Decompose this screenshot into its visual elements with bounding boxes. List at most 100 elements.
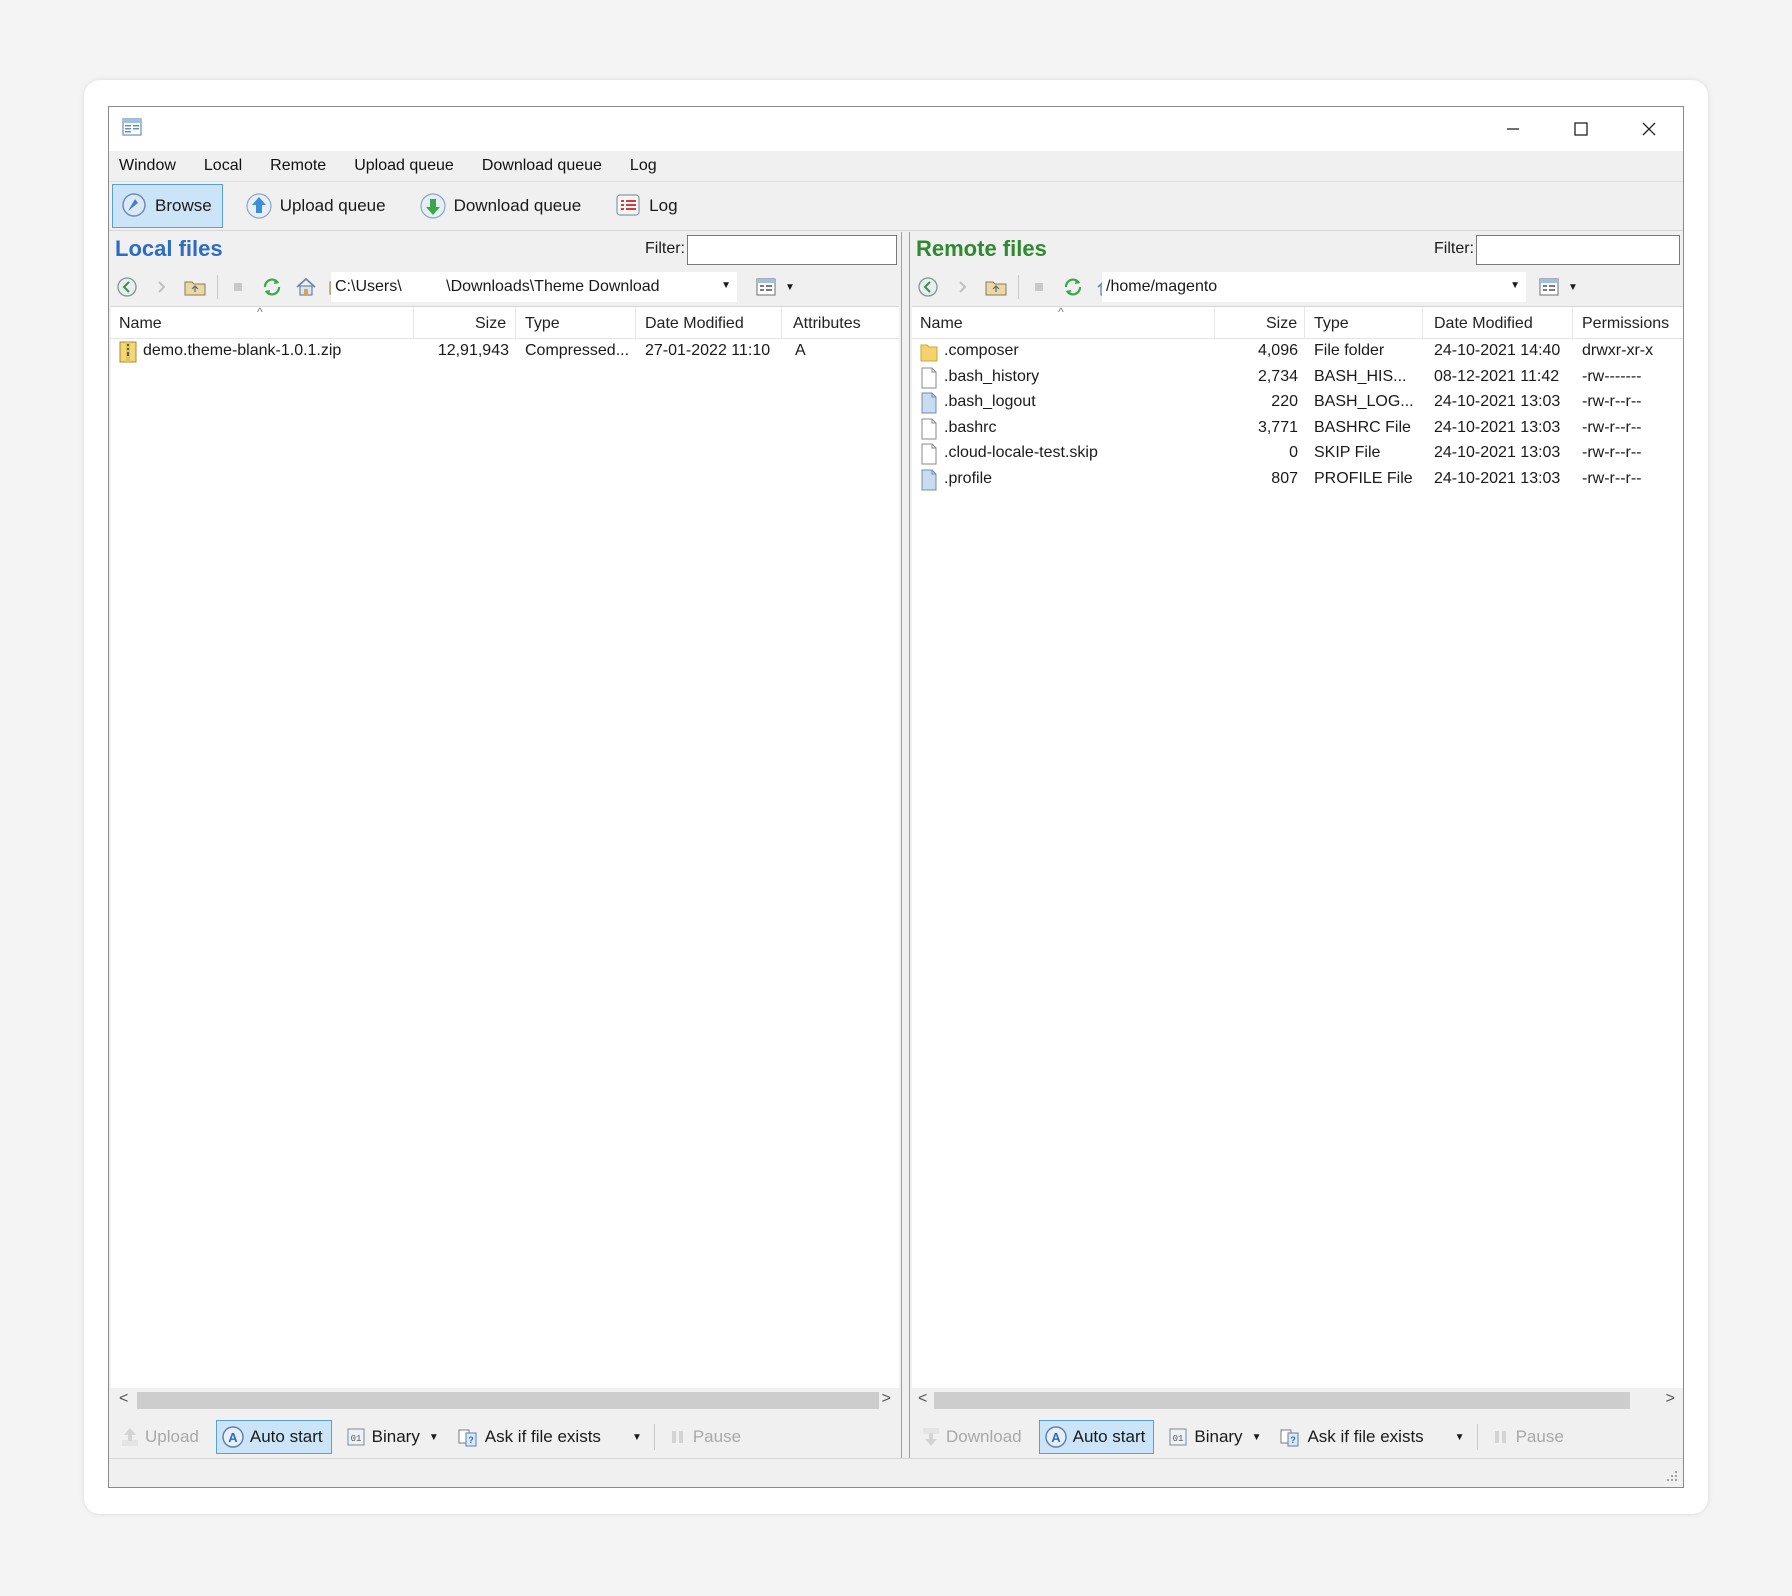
home-button[interactable] xyxy=(294,275,318,299)
col-size[interactable]: Size xyxy=(1266,315,1297,333)
table-row[interactable]: .profile 807 PROFILE File 24-10-2021 13:… xyxy=(912,467,1683,493)
col-attributes[interactable]: Attributes xyxy=(793,315,861,333)
browse-button[interactable]: Browse xyxy=(112,184,223,228)
refresh-icon xyxy=(1064,278,1082,296)
remote-path-box[interactable]: /home/magento ▼ xyxy=(1102,272,1526,302)
file-name: .bash_history xyxy=(944,367,1040,385)
scroll-right-icon[interactable]: > xyxy=(1666,1390,1675,1408)
remote-horizontal-scrollbar[interactable]: < > xyxy=(912,1388,1683,1412)
column-divider[interactable] xyxy=(1572,307,1573,339)
stop-button[interactable] xyxy=(1027,275,1051,299)
refresh-button[interactable] xyxy=(1061,275,1085,299)
table-row[interactable]: .cloud-locale-test.skip 0 SKIP File 24-1… xyxy=(912,441,1683,467)
col-name[interactable]: Name xyxy=(119,315,162,333)
ask-if-file-exists-button[interactable]: ? Ask if file exists xyxy=(1273,1420,1432,1454)
auto-start-button[interactable]: A Auto start xyxy=(215,1420,332,1454)
view-mode-icon[interactable] xyxy=(755,276,777,298)
menu-remote[interactable]: Remote xyxy=(270,157,326,175)
table-row[interactable]: .bash_logout 220 BASH_LOG... 24-10-2021 … xyxy=(912,390,1683,416)
back-button[interactable] xyxy=(115,275,139,299)
file-size: 807 xyxy=(1271,469,1298,487)
col-date-modified[interactable]: Date Modified xyxy=(1434,315,1533,333)
col-date-modified[interactable]: Date Modified xyxy=(645,315,744,333)
file-name: .bashrc xyxy=(944,418,997,436)
scroll-thumb[interactable] xyxy=(934,1392,1630,1409)
download-queue-button[interactable]: Download queue xyxy=(411,184,593,228)
remote-queue-bar: Download A Auto start 01 Binary ▼ ? Ask … xyxy=(910,1414,1683,1460)
chevron-down-icon[interactable]: ▼ xyxy=(429,1432,439,1443)
auto-start-icon: A xyxy=(222,1426,244,1448)
menu-window[interactable]: Window xyxy=(119,157,176,175)
chevron-down-icon[interactable]: ▼ xyxy=(632,1432,642,1443)
local-file-list: ^ Name Size Type Date Modified Attribute… xyxy=(111,305,899,1412)
scroll-thumb[interactable] xyxy=(137,1392,879,1409)
chevron-down-icon[interactable]: ▼ xyxy=(1510,280,1520,291)
table-row[interactable]: demo.theme-blank-1.0.1.zip 12,91,943 Com… xyxy=(111,339,899,365)
refresh-button[interactable] xyxy=(260,275,284,299)
col-size[interactable]: Size xyxy=(475,315,506,333)
column-divider[interactable] xyxy=(413,307,414,339)
col-type[interactable]: Type xyxy=(525,315,560,333)
local-horizontal-scrollbar[interactable]: < > xyxy=(111,1388,899,1412)
view-mode-dropdown-icon[interactable]: ▼ xyxy=(785,282,795,293)
back-button[interactable] xyxy=(916,275,940,299)
menu-download-queue[interactable]: Download queue xyxy=(482,157,602,175)
download-button[interactable]: Download xyxy=(916,1420,1031,1454)
parent-folder-button[interactable] xyxy=(984,275,1008,299)
column-divider[interactable] xyxy=(515,307,516,339)
menu-bar: Window Local Remote Upload queue Downloa… xyxy=(109,151,1683,181)
menu-upload-queue[interactable]: Upload queue xyxy=(354,157,454,175)
column-divider[interactable] xyxy=(781,307,782,339)
config-file-icon xyxy=(921,392,937,414)
local-path-box[interactable]: C:\Users\ \Downloads\Theme Download ▼ xyxy=(331,272,737,302)
parent-folder-icon xyxy=(184,281,206,296)
parent-folder-button[interactable] xyxy=(183,275,207,299)
resize-grip-icon[interactable] xyxy=(1665,1469,1679,1483)
back-arrow-icon xyxy=(117,277,137,297)
stop-button[interactable] xyxy=(226,275,250,299)
file-permissions: -rw-r--r-- xyxy=(1582,393,1642,410)
table-row[interactable]: .composer 4,096 File folder 24-10-2021 1… xyxy=(912,339,1683,365)
minimize-button[interactable] xyxy=(1479,107,1547,151)
column-divider[interactable] xyxy=(1304,307,1305,339)
pause-button[interactable]: Pause xyxy=(663,1420,750,1454)
maximize-button[interactable] xyxy=(1547,107,1615,151)
col-permissions[interactable]: Permissions xyxy=(1582,315,1669,333)
chevron-down-icon[interactable]: ▼ xyxy=(1252,1432,1262,1443)
remote-filter-input[interactable] xyxy=(1476,235,1680,265)
table-row[interactable]: .bashrc 3,771 BASHRC File 24-10-2021 13:… xyxy=(912,416,1683,442)
menu-log[interactable]: Log xyxy=(630,157,657,175)
forward-button[interactable] xyxy=(950,275,974,299)
forward-button[interactable] xyxy=(149,275,173,299)
svg-text:A: A xyxy=(228,1430,238,1445)
browse-icon xyxy=(122,193,146,217)
scroll-left-icon[interactable]: < xyxy=(119,1390,128,1408)
upload-queue-button[interactable]: Upload queue xyxy=(237,184,397,228)
pause-button[interactable]: Pause xyxy=(1486,1420,1573,1454)
column-divider[interactable] xyxy=(1422,307,1423,339)
local-filter-input[interactable] xyxy=(687,235,897,265)
auto-start-button[interactable]: A Auto start xyxy=(1038,1420,1155,1454)
view-mode-icon[interactable] xyxy=(1538,276,1560,298)
scroll-left-icon[interactable]: < xyxy=(918,1390,927,1408)
close-button[interactable] xyxy=(1615,107,1683,151)
menu-local[interactable]: Local xyxy=(204,157,242,175)
chevron-down-icon[interactable]: ▼ xyxy=(721,280,731,291)
view-mode-dropdown-icon[interactable]: ▼ xyxy=(1568,282,1578,293)
binary-button[interactable]: 01 Binary xyxy=(1162,1420,1251,1454)
column-divider[interactable] xyxy=(635,307,636,339)
remote-pane-title: Remote files xyxy=(916,236,1047,261)
ask-if-file-exists-button[interactable]: ? Ask if file exists xyxy=(451,1420,610,1454)
file-date: 24-10-2021 13:03 xyxy=(1434,393,1561,410)
chevron-down-icon[interactable]: ▼ xyxy=(1455,1432,1465,1443)
log-button[interactable]: Log xyxy=(606,184,688,228)
col-type[interactable]: Type xyxy=(1314,315,1349,333)
file-icon xyxy=(921,418,937,439)
binary-button[interactable]: 01 Binary xyxy=(340,1420,429,1454)
table-row[interactable]: .bash_history 2,734 BASH_HIS... 08-12-20… xyxy=(912,365,1683,391)
scroll-right-icon[interactable]: > xyxy=(882,1390,891,1408)
col-name[interactable]: Name xyxy=(920,315,963,333)
upload-button[interactable]: Upload xyxy=(115,1420,208,1454)
remote-nav-bar: /home/magento ▼ ▼ xyxy=(910,270,1683,304)
column-divider[interactable] xyxy=(1214,307,1215,339)
